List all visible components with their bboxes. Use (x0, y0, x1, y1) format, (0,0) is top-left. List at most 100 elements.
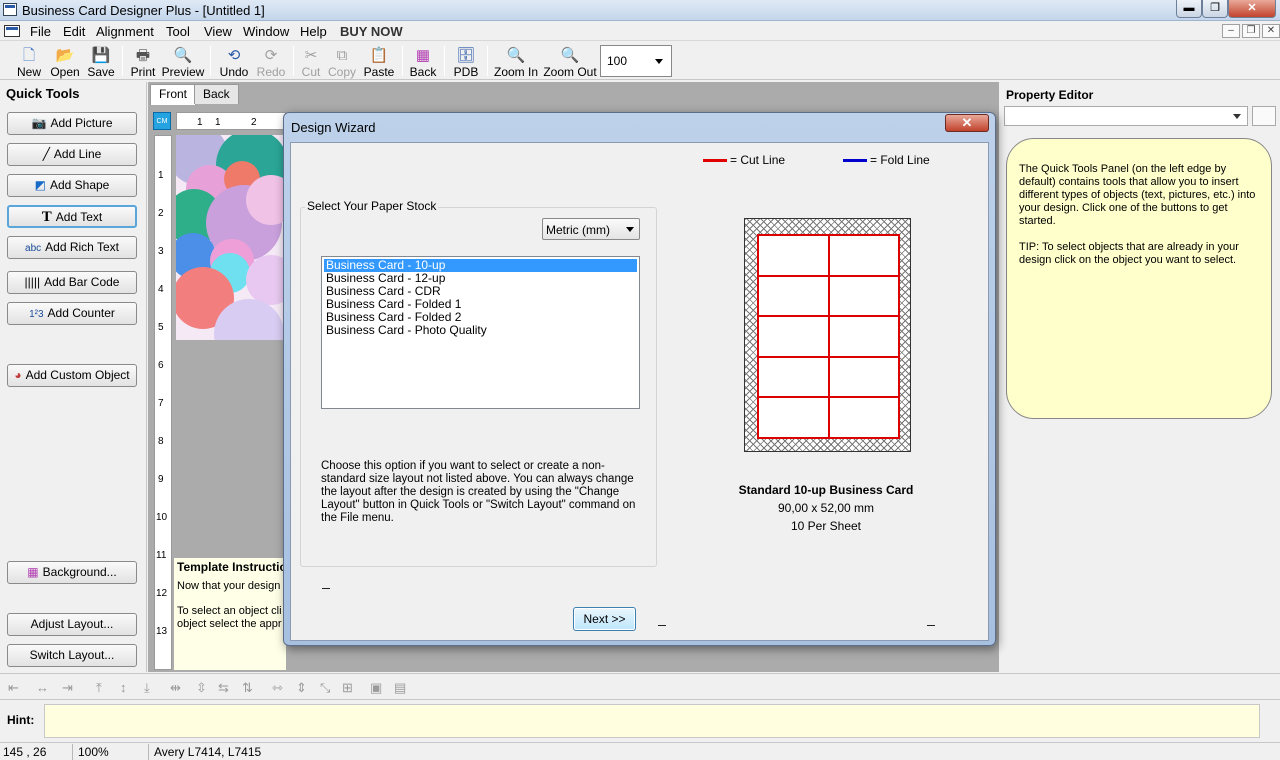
cut-button[interactable]: ✂ Cut (298, 45, 324, 79)
mdi-restore-button[interactable]: ❐ (1242, 24, 1260, 38)
mdi-minimize-button[interactable]: – (1222, 24, 1240, 38)
same-width-icon[interactable]: ⇿ (272, 680, 283, 696)
fold-line-legend: = Fold Line (843, 153, 930, 167)
card-cell (828, 316, 899, 357)
preview-icon: 🔍 (173, 47, 193, 64)
ungroup-icon[interactable]: ▤ (394, 680, 406, 696)
print-button[interactable]: 🖶 Print (127, 45, 159, 79)
same-height-icon[interactable]: ⇕ (296, 680, 307, 696)
align-center-h-icon[interactable]: ↔ (36, 680, 49, 695)
close-button[interactable]: ✕ (1228, 0, 1276, 18)
status-separator (72, 744, 73, 760)
preview-button[interactable]: 🔍 Preview (161, 45, 205, 79)
layout-size: 90,00 x 52,00 mm (777, 501, 875, 515)
status-bar: 145 , 26 100% Avery L7414, L7415 (0, 742, 1280, 760)
background-button[interactable]: ▦ Background... (7, 561, 137, 584)
menu-file[interactable]: File (30, 24, 51, 39)
align-top-icon[interactable]: ⤒ (96, 680, 102, 696)
distribute-v-icon[interactable]: ⇅ (242, 680, 253, 696)
next-button[interactable]: Next >> (573, 607, 636, 631)
redo-button[interactable]: ⟳ Redo (254, 45, 288, 79)
maximize-button[interactable]: ❐ (1202, 0, 1228, 18)
menu-window[interactable]: Window (243, 24, 289, 39)
paper-stock-list[interactable]: Business Card - 10-up Business Card - 12… (321, 256, 640, 409)
zoom-in-icon: 🔍 (506, 47, 526, 64)
add-custom-object-button[interactable]: ◕ Add Custom Object (7, 364, 137, 387)
back-button[interactable]: ▦ Back (408, 45, 438, 79)
add-bar-code-button[interactable]: ||||| Add Bar Code (7, 271, 137, 294)
align-left-icon[interactable]: ⇤ (8, 680, 19, 696)
menu-bar: File Edit Alignment Tool View Window Hel… (0, 21, 1280, 41)
paste-button[interactable]: 📋 Paste (362, 45, 396, 79)
counter-icon: 1²3 (29, 309, 44, 320)
switch-layout-button[interactable]: Switch Layout... (7, 644, 137, 667)
zoom-in-button[interactable]: 🔍 Zoom In (493, 45, 539, 79)
group-icon[interactable]: ▣ (370, 680, 382, 696)
menu-alignment[interactable]: Alignment (96, 24, 154, 39)
text-icon: T (41, 209, 52, 225)
card-design-canvas[interactable] (176, 135, 284, 340)
property-editor-title: Property Editor (1006, 88, 1094, 102)
property-view-button[interactable] (1252, 106, 1276, 126)
save-button[interactable]: 💾 Save (84, 45, 118, 79)
center-page-icon[interactable]: ⊞ (342, 680, 353, 696)
adjust-layout-button[interactable]: Adjust Layout... (7, 613, 137, 636)
toolbar-separator (444, 46, 445, 76)
menu-tool[interactable]: Tool (166, 24, 190, 39)
cursor-coordinates: 145 , 26 (3, 745, 47, 759)
object-select[interactable] (1004, 106, 1248, 126)
instructions-line: object select the appr (177, 618, 282, 630)
align-center-v-icon[interactable]: ↕ (120, 680, 127, 695)
ruler-unit-button[interactable]: CM (153, 112, 171, 130)
align-bottom-icon[interactable]: ⤓ (144, 680, 150, 696)
menu-edit[interactable]: Edit (63, 24, 85, 39)
menu-view[interactable]: View (204, 24, 232, 39)
list-item[interactable]: Business Card - Photo Quality (324, 324, 637, 337)
background-icon: ▦ (27, 565, 39, 579)
unit-select[interactable]: Metric (mm) (542, 218, 640, 240)
tab-back[interactable]: Back (194, 84, 239, 104)
align-right-icon[interactable]: ⇥ (62, 680, 73, 696)
space-h-icon[interactable]: ⇹ (170, 680, 181, 696)
card-cell (828, 235, 899, 276)
add-line-button[interactable]: ╱ Add Line (7, 143, 137, 166)
hint-label: Hint: (7, 713, 35, 727)
add-rich-text-button[interactable]: abc Add Rich Text (7, 236, 137, 259)
hint-text (44, 704, 1260, 738)
custom-object-icon: ◕ (14, 368, 22, 382)
mdi-close-button[interactable]: ✕ (1262, 24, 1280, 38)
open-button[interactable]: 📂 Open (48, 45, 82, 79)
chevron-down-icon (655, 59, 663, 64)
help-paragraph: The Quick Tools Panel (on the left edge … (1019, 163, 1256, 227)
layout-per-sheet: 10 Per Sheet (790, 519, 862, 533)
dialog-body: Select Your Paper Stock Metric (mm) Busi… (290, 142, 989, 641)
chevron-down-icon (626, 227, 634, 232)
copy-button[interactable]: ⧉ Copy (327, 45, 357, 79)
document-icon[interactable] (4, 25, 20, 37)
add-picture-button[interactable]: 📷 Add Picture (7, 112, 137, 135)
undo-button[interactable]: ⟲ Undo (217, 45, 251, 79)
ruler-tick-label: 2 (251, 117, 257, 128)
card-cell (758, 356, 829, 398)
minimize-button[interactable]: ▬ (1176, 0, 1202, 18)
zoom-out-button[interactable]: 🔍 Zoom Out (543, 45, 597, 79)
instructions-title: Template Instruction (177, 560, 295, 574)
space-v-icon[interactable]: ⇳ (196, 680, 207, 696)
dialog-close-button[interactable]: ✕ (945, 114, 989, 132)
new-button[interactable]: 🗋 New (12, 45, 46, 79)
zoom-select[interactable]: 100 (600, 45, 672, 77)
menu-buy-now[interactable]: BUY NOW (340, 24, 403, 39)
chevron-down-icon (1233, 114, 1241, 119)
pdb-button[interactable]: 🗄 PDB (450, 45, 482, 79)
add-counter-button[interactable]: 1²3 Add Counter (7, 302, 137, 325)
ruler-tick-label: 1 (197, 117, 203, 128)
distribute-h-icon[interactable]: ⇆ (218, 680, 229, 696)
dash-mark (322, 588, 330, 589)
tab-front[interactable]: Front (150, 84, 197, 105)
add-shape-button[interactable]: ◩ Add Shape (7, 174, 137, 197)
cut-line-swatch (703, 159, 727, 163)
menu-help[interactable]: Help (300, 24, 327, 39)
same-size-icon[interactable]: ⤡ (320, 680, 330, 696)
ruler-tick-label: 13 (156, 626, 168, 637)
add-text-button[interactable]: T Add Text (7, 205, 137, 228)
